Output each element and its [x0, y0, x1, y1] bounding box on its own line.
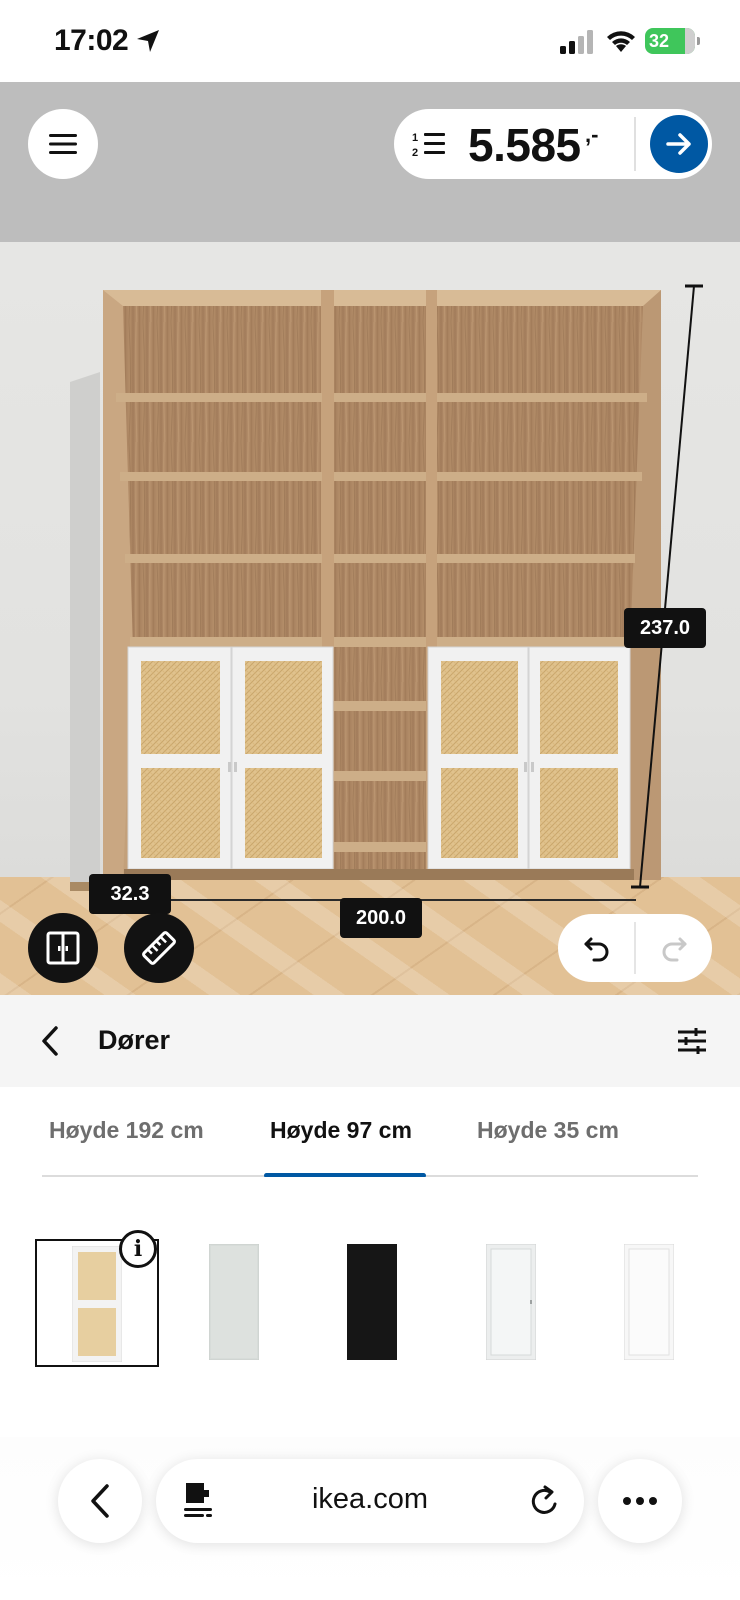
- door-option-black[interactable]: [310, 1239, 434, 1367]
- door-option-white-glass[interactable]: [449, 1239, 573, 1367]
- ruler-icon: [142, 931, 176, 965]
- svg-text:1: 1: [412, 132, 418, 144]
- battery-empty-region: [685, 28, 695, 54]
- info-icon[interactable]: i: [119, 1230, 157, 1268]
- height-tabs: Høyde 192 cm Høyde 97 cm Høyde 35 cm: [0, 1087, 740, 1178]
- arrow-right-icon: [666, 133, 691, 155]
- tab-height-192[interactable]: Høyde 192 cm: [49, 1117, 204, 1144]
- wifi-icon: [607, 31, 635, 52]
- browser-toolbar: ikea.com: [0, 1437, 740, 1600]
- panel-title: Dører: [98, 1025, 171, 1055]
- undo-redo-controls: [558, 914, 712, 982]
- door-thumbnail: [209, 1244, 259, 1360]
- url-text: ikea.com: [311, 1483, 429, 1515]
- cellular-signal-icon: [560, 30, 593, 54]
- undo-button[interactable]: [558, 914, 635, 982]
- clock: 17:02: [54, 24, 129, 57]
- filter-button[interactable]: [672, 1021, 712, 1061]
- chevron-left-icon: [91, 1484, 109, 1518]
- checkout-button[interactable]: [650, 115, 708, 173]
- middle-unit-back: [334, 306, 426, 876]
- planner-viewport[interactable]: 1 2 5.585 ,- 237.0 200.0 32.3: [0, 82, 740, 995]
- wall-shadow: [70, 372, 100, 882]
- ellipsis-icon: [623, 1497, 657, 1505]
- width-dimension-label: 200.0: [340, 898, 422, 938]
- panel-header: Dører: [0, 995, 740, 1087]
- door-options: [0, 1177, 740, 1437]
- redo-button[interactable]: [635, 914, 712, 982]
- chevron-left-icon: [42, 1026, 58, 1056]
- address-bar[interactable]: ikea.com: [156, 1459, 584, 1543]
- door-thumbnail: [72, 1246, 122, 1362]
- battery-charging-icon: 32: [645, 28, 700, 54]
- door-option-frosted-glass[interactable]: [172, 1239, 296, 1367]
- right-cabinet-doors: [427, 646, 631, 870]
- bookcase-render[interactable]: [0, 82, 740, 995]
- total-price: 5.585: [468, 119, 581, 171]
- status-bar: 17:02 32: [0, 0, 740, 82]
- depth-dimension-label: 32.3: [89, 874, 171, 914]
- filter-sliders-icon: [678, 1028, 706, 1054]
- price-divider: [634, 117, 636, 171]
- redo-icon: [662, 937, 686, 962]
- hamburger-menu-icon: [49, 134, 77, 154]
- door-thumbnail: [486, 1244, 536, 1360]
- tab-height-97[interactable]: Høyde 97 cm: [270, 1117, 412, 1144]
- more-options-button[interactable]: [598, 1459, 682, 1543]
- menu-button[interactable]: [28, 109, 98, 179]
- measure-button[interactable]: [124, 913, 194, 983]
- price-suffix: ,-: [585, 122, 599, 147]
- door-layout-icon: [46, 931, 80, 965]
- app-root: 17:02 32 1 2 5.585 ,- 237.0 200.0 32.3 D…: [0, 0, 740, 1600]
- numbered-list-icon: 1 2: [412, 132, 445, 158]
- door-layout-button[interactable]: [28, 913, 98, 983]
- door-option-white[interactable]: [587, 1239, 711, 1367]
- svg-text:2: 2: [412, 147, 418, 158]
- price-summary[interactable]: 1 2 5.585 ,-: [394, 109, 712, 179]
- tab-height-35[interactable]: Høyde 35 cm: [477, 1117, 619, 1144]
- browser-back-button[interactable]: [58, 1459, 142, 1543]
- reload-icon[interactable]: [528, 1483, 562, 1519]
- height-dimension-label: 237.0: [624, 608, 706, 648]
- door-thumbnail: [347, 1244, 397, 1360]
- undo-icon: [584, 937, 608, 962]
- battery-level: 32: [649, 31, 670, 51]
- panel-back-button[interactable]: [30, 1021, 70, 1061]
- door-thumbnail: [624, 1244, 674, 1360]
- left-cabinet-doors: [127, 646, 334, 870]
- location-arrow-icon: [137, 30, 159, 52]
